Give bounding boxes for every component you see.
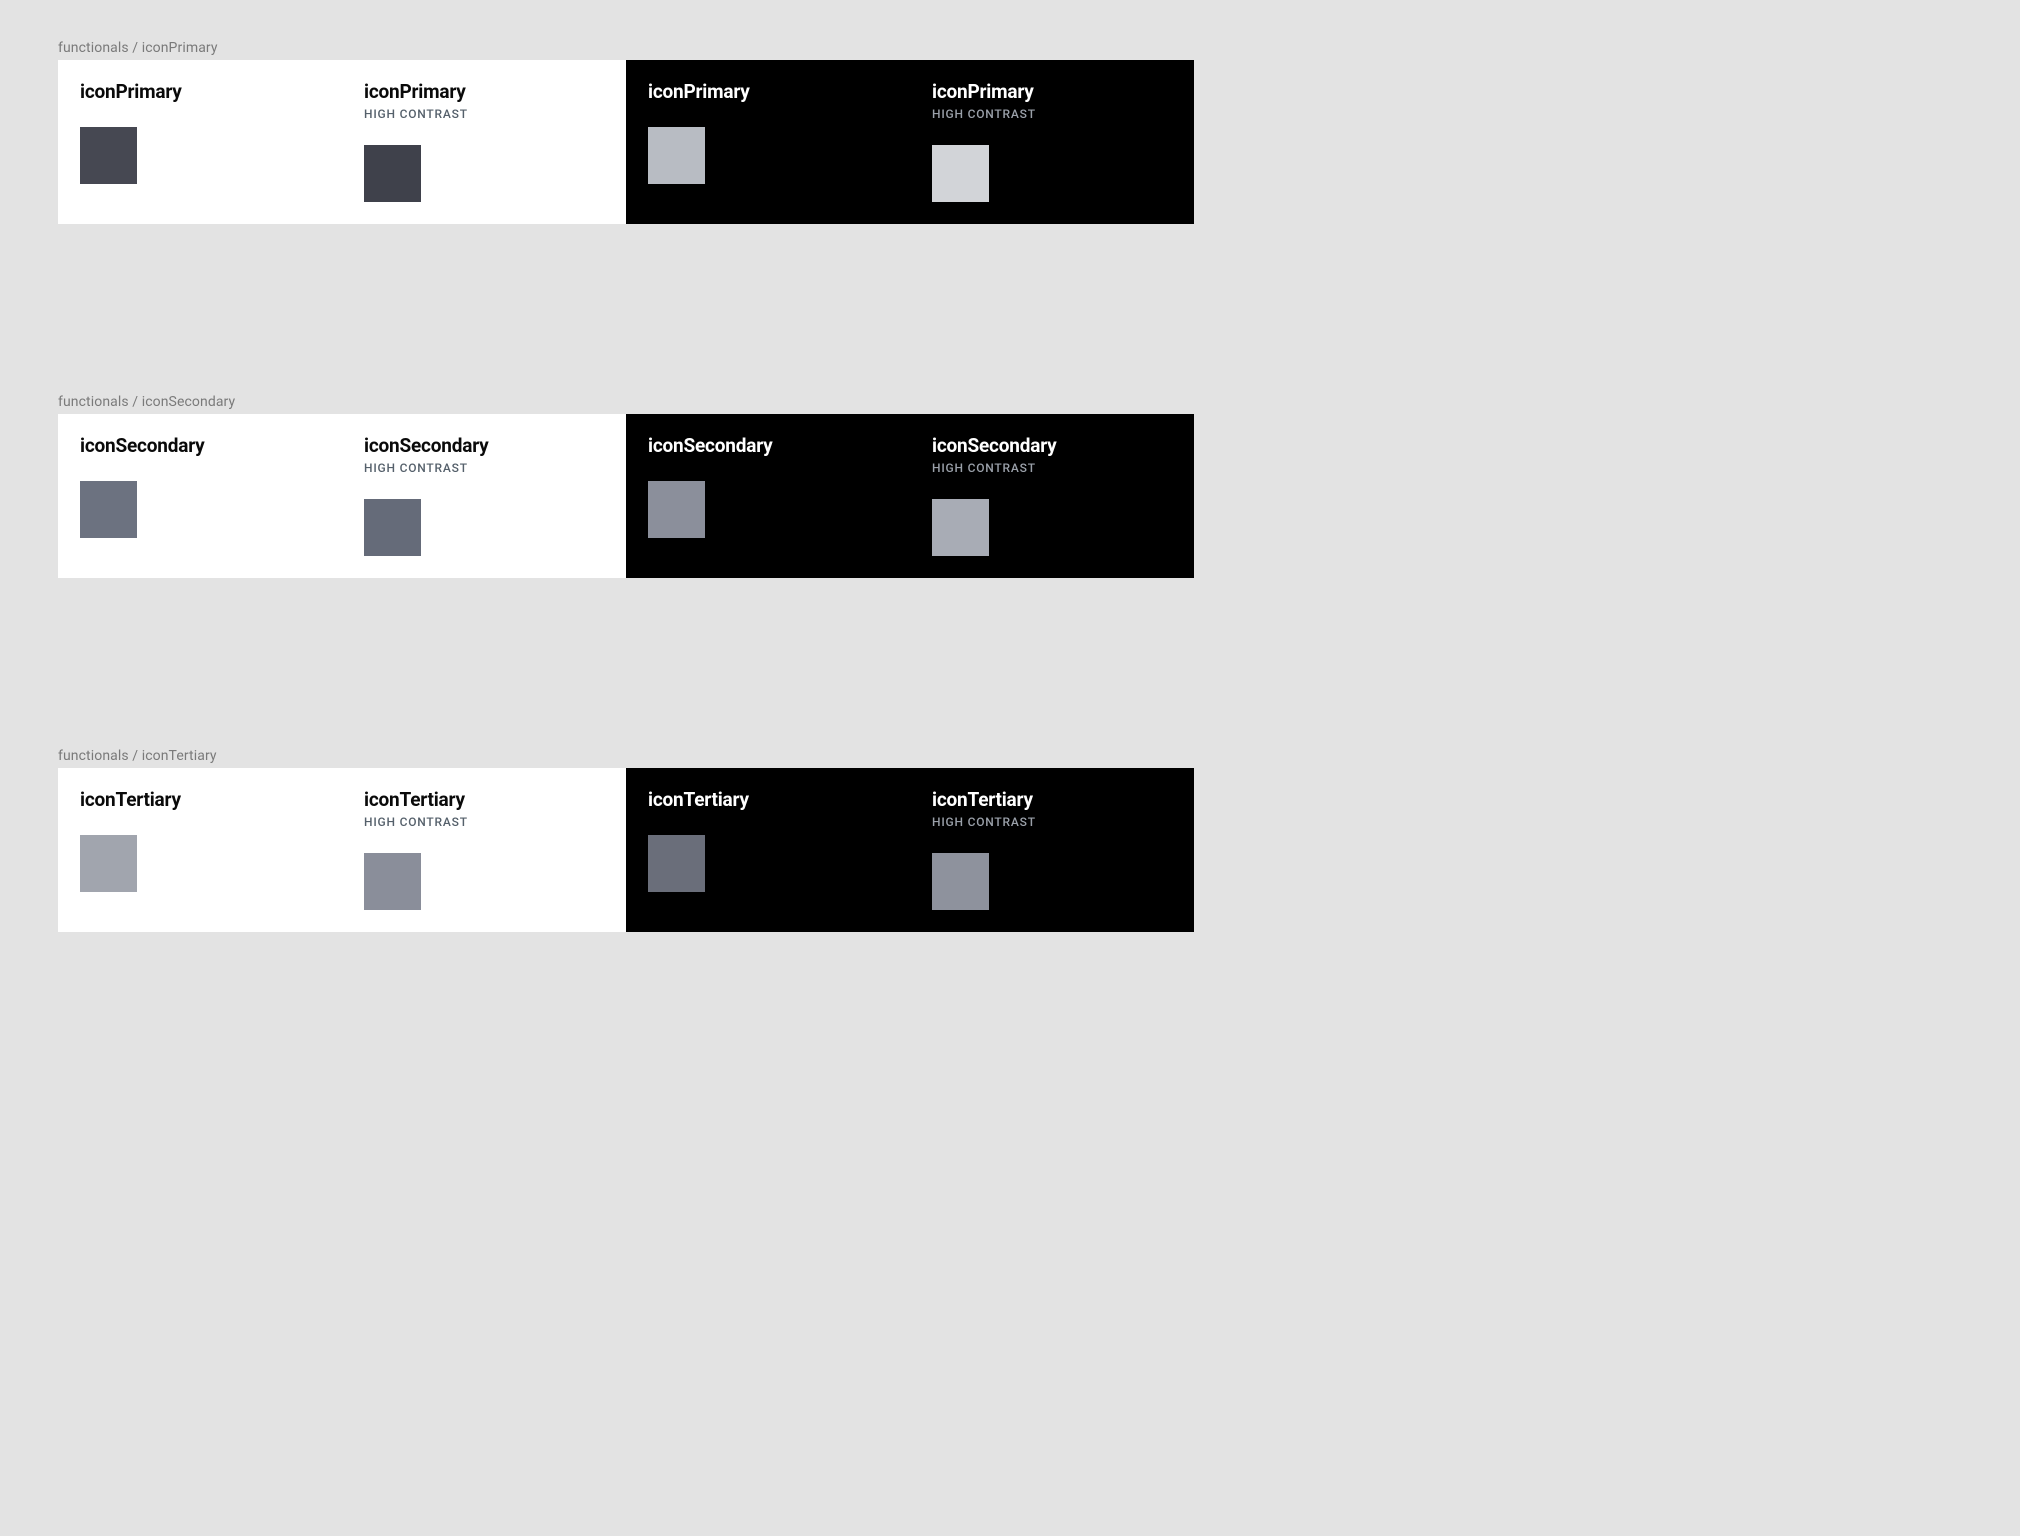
variant-dark: iconPrimary: [626, 60, 910, 224]
color-swatch: [364, 853, 421, 910]
token-name: iconPrimary: [80, 82, 320, 103]
variant-light: iconTertiary: [58, 768, 342, 932]
design-token-sheet: functionals / iconPrimary iconPrimary ic…: [0, 0, 1252, 1012]
variant-dark: iconSecondary: [626, 414, 910, 578]
section-iconTertiary: functionals / iconTertiary iconTertiary …: [58, 748, 1194, 932]
token-name: iconPrimary: [648, 82, 888, 103]
token-name: iconTertiary: [364, 790, 604, 811]
variant-dark-hc: iconPrimary HIGH CONTRAST: [910, 60, 1194, 224]
token-name: iconTertiary: [648, 790, 888, 811]
color-swatch: [80, 481, 137, 538]
token-name: iconPrimary: [364, 82, 604, 103]
color-swatch: [932, 145, 989, 202]
variant-light-hc: iconPrimary HIGH CONTRAST: [342, 60, 626, 224]
section-header: functionals / iconTertiary: [58, 748, 1194, 764]
light-half: iconTertiary iconTertiary HIGH CONTRAST: [58, 768, 626, 932]
color-swatch: [648, 481, 705, 538]
token-name: iconSecondary: [932, 436, 1172, 457]
section-header: functionals / iconSecondary: [58, 394, 1194, 410]
color-swatch: [648, 127, 705, 184]
variant-dark-hc: iconSecondary HIGH CONTRAST: [910, 414, 1194, 578]
color-swatch: [932, 499, 989, 556]
variant-light: iconPrimary: [58, 60, 342, 224]
color-swatch: [364, 145, 421, 202]
high-contrast-label: HIGH CONTRAST: [364, 461, 604, 475]
token-name: iconPrimary: [932, 82, 1172, 103]
color-swatch: [364, 499, 421, 556]
variant-light-hc: iconSecondary HIGH CONTRAST: [342, 414, 626, 578]
variant-light-hc: iconTertiary HIGH CONTRAST: [342, 768, 626, 932]
dark-half: iconPrimary iconPrimary HIGH CONTRAST: [626, 60, 1194, 224]
section-iconPrimary: functionals / iconPrimary iconPrimary ic…: [58, 40, 1194, 224]
token-name: iconSecondary: [648, 436, 888, 457]
section-header: functionals / iconPrimary: [58, 40, 1194, 56]
variant-dark-hc: iconTertiary HIGH CONTRAST: [910, 768, 1194, 932]
token-row: iconPrimary iconPrimary HIGH CONTRAST ic…: [58, 60, 1194, 224]
high-contrast-label: HIGH CONTRAST: [364, 815, 604, 829]
color-swatch: [648, 835, 705, 892]
token-name: iconSecondary: [80, 436, 320, 457]
token-name: iconTertiary: [932, 790, 1172, 811]
high-contrast-label: HIGH CONTRAST: [364, 107, 604, 121]
high-contrast-label: HIGH CONTRAST: [932, 815, 1172, 829]
token-name: iconSecondary: [364, 436, 604, 457]
color-swatch: [80, 127, 137, 184]
section-iconSecondary: functionals / iconSecondary iconSecondar…: [58, 394, 1194, 578]
variant-light: iconSecondary: [58, 414, 342, 578]
token-row: iconTertiary iconTertiary HIGH CONTRAST …: [58, 768, 1194, 932]
token-row: iconSecondary iconSecondary HIGH CONTRAS…: [58, 414, 1194, 578]
dark-half: iconTertiary iconTertiary HIGH CONTRAST: [626, 768, 1194, 932]
dark-half: iconSecondary iconSecondary HIGH CONTRAS…: [626, 414, 1194, 578]
light-half: iconPrimary iconPrimary HIGH CONTRAST: [58, 60, 626, 224]
color-swatch: [932, 853, 989, 910]
light-half: iconSecondary iconSecondary HIGH CONTRAS…: [58, 414, 626, 578]
variant-dark: iconTertiary: [626, 768, 910, 932]
color-swatch: [80, 835, 137, 892]
high-contrast-label: HIGH CONTRAST: [932, 107, 1172, 121]
high-contrast-label: HIGH CONTRAST: [932, 461, 1172, 475]
token-name: iconTertiary: [80, 790, 320, 811]
